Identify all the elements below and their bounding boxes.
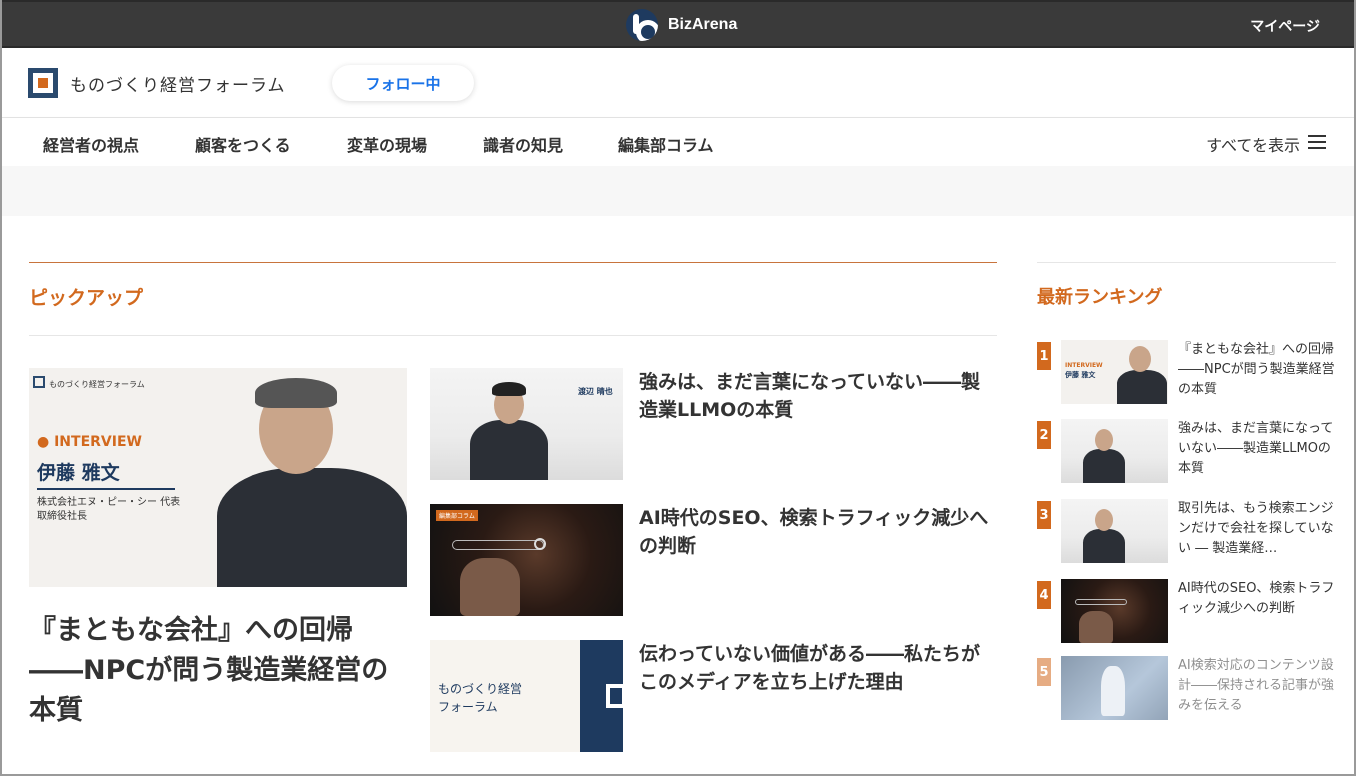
ranking-item-5-title[interactable]: AI検索対応のコンテンツ設計――保持される記事が強みを伝える <box>1178 656 1338 716</box>
nav-item-executive-view[interactable]: 経営者の視点 <box>43 132 139 156</box>
person-body <box>217 468 407 587</box>
logo-frame-graphic <box>606 684 623 708</box>
person-face <box>1129 346 1151 372</box>
ranking-item-1-title[interactable]: 『まともな会社』への回帰――NPCが問う製造業経営の本質 <box>1178 340 1338 400</box>
interviewee-name: 伊藤 雅文 <box>1065 371 1096 379</box>
category-nav: 経営者の視点 顧客をつくる 変革の現場 識者の知見 編集部コラム すべてを表示 <box>2 118 1354 166</box>
ranking-item-1[interactable]: 1 INTERVIEW 伊藤 雅文 『まともな会社』への回帰――NPCが問う製造… <box>1037 340 1336 404</box>
pickup-article-2-image[interactable]: 編集部コラム <box>430 504 623 616</box>
magnifier-icon <box>534 538 546 550</box>
interview-label-text: INTERVIEW <box>54 434 142 450</box>
ranking-item-5-image[interactable] <box>1061 656 1168 720</box>
main-article-title[interactable]: 『まともな会社』への回帰――NPCが問う製造業経営の本質 <box>29 611 407 731</box>
ranking-item-5[interactable]: 5 AI検索対応のコンテンツ設計――保持される記事が強みを伝える <box>1037 656 1336 720</box>
person-hair <box>492 382 526 396</box>
interview-label: ● INTERVIEW <box>37 434 142 450</box>
ad-band <box>2 166 1354 216</box>
main-article-card[interactable]: ものづくり経営フォーラム ● INTERVIEW 伊藤 雅文 株式会社エヌ・ピー… <box>29 368 407 731</box>
ranking-rule <box>1037 262 1336 263</box>
follow-button[interactable]: フォロー中 <box>332 65 474 101</box>
site-name: ものづくり経営フォーラム <box>70 75 286 96</box>
person-face <box>1095 429 1113 451</box>
image-logo: ものづくり経営フォーラム <box>33 376 145 390</box>
person-body <box>1117 370 1167 404</box>
image-caption: 編集部コラム <box>436 510 478 521</box>
person-body <box>1083 449 1125 483</box>
name-underline <box>37 488 175 490</box>
search-bar-graphic <box>452 540 544 550</box>
ranking-item-3-title[interactable]: 取引先は、もう検索エンジンだけで会社を探していない ― 製造業経… <box>1178 499 1338 559</box>
nav-item-create-customers[interactable]: 顧客をつくる <box>195 132 291 156</box>
ranking-heading: 最新ランキング <box>1037 287 1163 308</box>
person-body <box>1083 529 1125 563</box>
person-face <box>1095 509 1113 531</box>
interview-label: INTERVIEW <box>1065 362 1103 369</box>
ranking-item-2-image[interactable] <box>1061 419 1168 483</box>
interviewee-company: 株式会社エヌ・ピー・シー 代表取締役社長 <box>37 497 181 522</box>
mypage-link[interactable]: マイページ <box>1250 16 1320 36</box>
top-bar: BizArena マイページ <box>0 0 1356 48</box>
pickup-article-1[interactable]: 渡辺 晴也 強みは、まだ言葉になっていない――製造業LLMOの本質 <box>430 368 997 480</box>
search-bar-graphic <box>1075 599 1127 605</box>
hamburger-menu-icon[interactable] <box>1308 135 1326 149</box>
nav-item-editorial-column[interactable]: 編集部コラム <box>618 132 714 156</box>
rank-number: 2 <box>1037 421 1051 449</box>
pickup-article-1-image[interactable]: 渡辺 晴也 <box>430 368 623 480</box>
interviewee-name: 伊藤 雅文 <box>37 462 120 484</box>
nav-item-transformation[interactable]: 変革の現場 <box>347 132 427 156</box>
show-all-link[interactable]: すべてを表示 <box>1206 132 1300 156</box>
pickup-article-3[interactable]: ものづくり経営 フォーラム 伝わっていない価値がある――私たちがこのメディアを立… <box>430 640 997 752</box>
site-header: ものづくり経営フォーラム フォロー中 <box>2 48 1354 118</box>
ranking-item-2-title[interactable]: 強みは、まだ言葉になっていない――製造業LLMOの本質 <box>1178 419 1338 479</box>
person-body <box>470 420 548 480</box>
ranking-item-4-title[interactable]: AI時代のSEO、検索トラフィック減少への判断 <box>1178 579 1338 619</box>
pickup-article-1-title[interactable]: 強みは、まだ言葉になっていない――製造業LLMOの本質 <box>639 368 989 424</box>
bizarena-logo-icon <box>626 9 658 41</box>
ranking-item-3[interactable]: 3 取引先は、もう検索エンジンだけで会社を探していない ― 製造業経… <box>1037 499 1336 563</box>
rank-number: 5 <box>1037 658 1051 686</box>
nav-item-experts[interactable]: 識者の知見 <box>483 132 563 156</box>
ranking-item-4[interactable]: 4 AI時代のSEO、検索トラフィック減少への判断 <box>1037 579 1336 643</box>
pickup-article-2-title[interactable]: AI時代のSEO、検索トラフィック減少への判断 <box>639 504 989 560</box>
site-logo-icon <box>28 68 58 98</box>
pickup-article-3-title[interactable]: 伝わっていない価値がある――私たちがこのメディアを立ち上げた理由 <box>639 640 989 696</box>
pickup-rule <box>29 262 997 263</box>
rank-number: 1 <box>1037 342 1051 370</box>
hand-graphic <box>460 558 520 616</box>
mic-icon: ● <box>37 434 50 450</box>
rank-number: 3 <box>1037 501 1051 529</box>
pickup-article-2[interactable]: 編集部コラム AI時代のSEO、検索トラフィック減少への判断 <box>430 504 997 616</box>
pickup-heading: ピックアップ <box>29 287 144 309</box>
ranking-item-4-image[interactable] <box>1061 579 1168 643</box>
pickup-divider <box>29 335 997 336</box>
image-caption: ものづくり経営 フォーラム <box>438 682 523 714</box>
brand-name: BizArena <box>668 16 738 33</box>
hand-graphic <box>1079 611 1113 643</box>
person-hair <box>255 378 337 408</box>
pickup-article-3-image[interactable]: ものづくり経営 フォーラム <box>430 640 623 752</box>
robot-graphic <box>1101 666 1125 716</box>
main-article-image[interactable]: ものづくり経営フォーラム ● INTERVIEW 伊藤 雅文 株式会社エヌ・ピー… <box>29 368 407 587</box>
image-caption: 渡辺 晴也 <box>578 387 613 396</box>
ranking-item-3-image[interactable] <box>1061 499 1168 563</box>
ranking-item-2[interactable]: 2 強みは、まだ言葉になっていない――製造業LLMOの本質 <box>1037 419 1336 483</box>
ranking-item-1-image[interactable]: INTERVIEW 伊藤 雅文 <box>1061 340 1168 404</box>
site-logo[interactable]: ものづくり経営フォーラム <box>28 68 286 98</box>
bizarena-brand[interactable]: BizArena <box>626 9 738 41</box>
rank-number: 4 <box>1037 581 1051 609</box>
